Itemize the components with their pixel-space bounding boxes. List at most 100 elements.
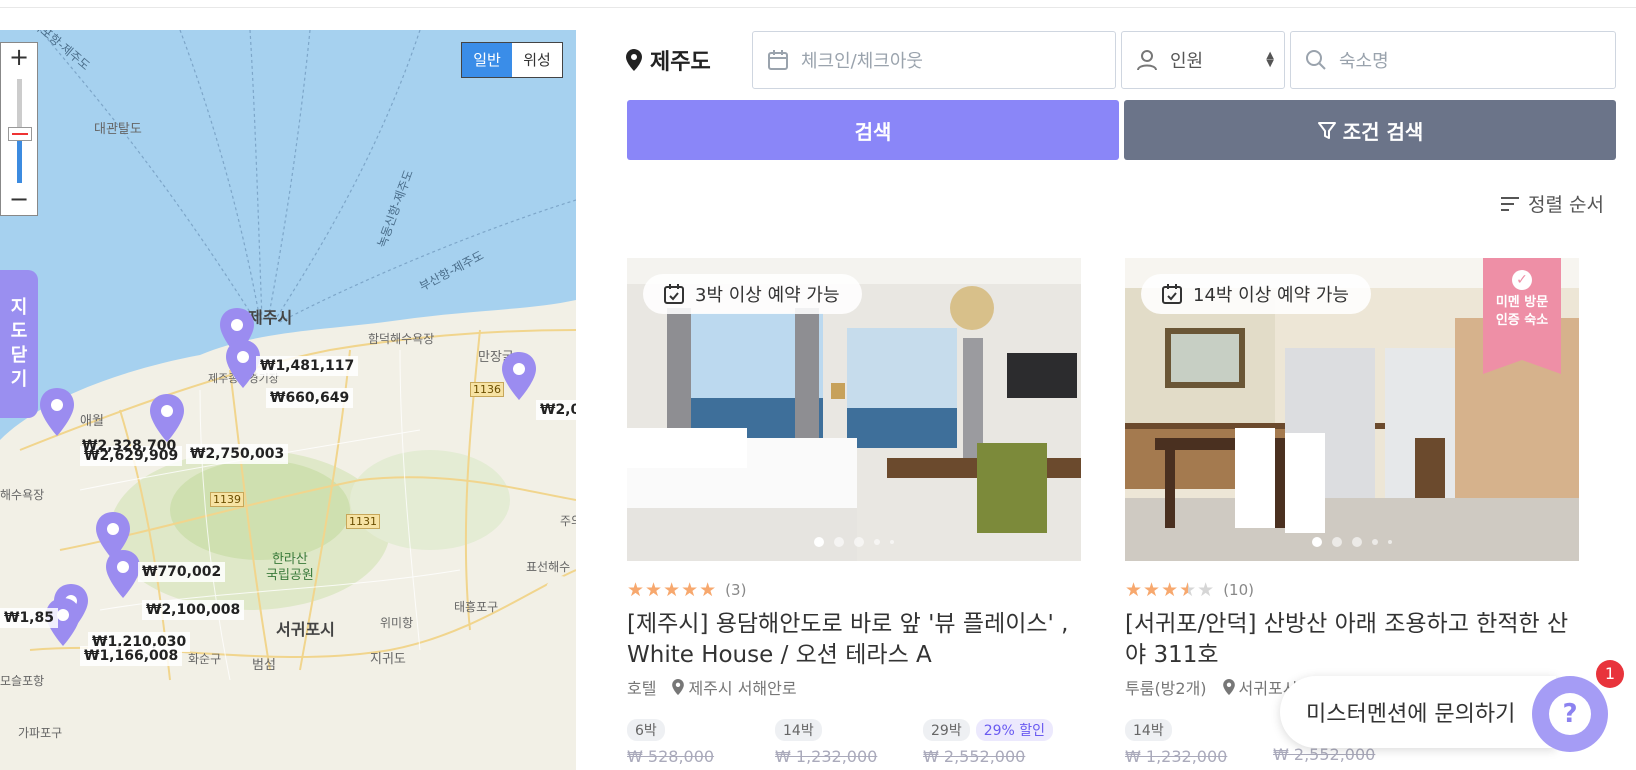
original-price: ₩ 528,000 <box>627 747 715 766</box>
zoom-out-button[interactable]: − <box>1 185 37 215</box>
map-type-satellite[interactable]: 위성 <box>512 43 562 77</box>
map-label-beomseom: 범섬 <box>252 658 276 673</box>
map-label-taeheung: 태흥포구 <box>454 600 499 614</box>
rating-row: ★★★★★ (10) <box>1125 579 1579 601</box>
carousel-dot[interactable] <box>1372 539 1378 545</box>
top-divider <box>0 7 1636 8</box>
listing-card[interactable]: 3박 이상 예약 가능 ★★★★★ (3) [제주시] 용담해안도로 바로 앞 … <box>627 258 1081 766</box>
nights-tag: 14박 <box>775 719 822 741</box>
map-pin[interactable] <box>500 350 538 402</box>
map-pin[interactable] <box>38 386 76 438</box>
map-label-jigwido: 지귀도 <box>370 652 406 667</box>
map-label-seogwipo: 서귀포시 <box>276 620 335 639</box>
filter-search-button[interactable]: 조건 검색 <box>1124 100 1616 160</box>
check-icon: ✓ <box>1512 270 1532 290</box>
carousel-dot[interactable] <box>1312 537 1322 547</box>
close-map-char: 도 <box>10 321 28 342</box>
map-price-label[interactable]: ₩1,481,117 <box>256 356 359 376</box>
map-pin[interactable] <box>104 548 142 600</box>
map-label-aewol: 애월 <box>80 414 104 429</box>
price-option[interactable]: 14박 ₩ 1,232,000 <box>1125 719 1273 766</box>
carousel-dot[interactable] <box>1332 537 1342 547</box>
close-map-char: 닫 <box>10 345 28 366</box>
sort-icon <box>1501 196 1519 211</box>
nights-tag: 6박 <box>627 719 665 741</box>
location-pin-icon <box>672 679 685 695</box>
updown-icon: ▲ ▼ <box>1266 50 1274 69</box>
map-label-hamdeok: 함덕해수욕장 <box>368 332 435 346</box>
date-field[interactable]: 체크인/체크아웃 <box>752 31 1116 89</box>
min-stay-label: 14박 이상 예약 가능 <box>1193 285 1349 306</box>
price-option[interactable]: 14박 ₩ 1,232,000 <box>775 719 923 766</box>
carousel-dots <box>1125 537 1579 547</box>
listing-title[interactable]: [서귀포/안덕] 산방산 아래 조용하고 한적한 산야 311호 <box>1125 609 1579 671</box>
carousel-dot[interactable] <box>854 537 864 547</box>
map-type-toggle: 일반 위성 <box>461 42 563 78</box>
road-number-1136: 1136 <box>470 382 504 397</box>
map-type-normal[interactable]: 일반 <box>462 43 512 77</box>
carousel-dot[interactable] <box>1388 540 1392 544</box>
filter-icon <box>1317 122 1336 139</box>
star-rating: ★★★★★ <box>1125 579 1216 601</box>
carousel-dots <box>627 537 1081 547</box>
chat-inquiry-bubble[interactable]: 미스터멘션에 문의하기 <box>1280 676 1556 748</box>
carousel-dot[interactable] <box>834 537 844 547</box>
sort-order-label: 정렬 순서 <box>1528 194 1604 216</box>
original-price: ₩ 1,232,000 <box>775 747 878 766</box>
carousel-dot[interactable] <box>874 539 880 545</box>
map-label-daegwantal: 대관탈도 <box>94 122 142 137</box>
question-icon: ? <box>1549 693 1591 735</box>
search-button[interactable]: 검색 <box>627 100 1119 160</box>
map-price-label[interactable]: ₩660,649 <box>266 388 354 408</box>
map-label-jeju-short: 주의 <box>560 514 576 528</box>
original-price: ₩ 1,232,000 <box>1125 747 1228 766</box>
star-rating: ★★★★★ <box>627 579 718 601</box>
filter-search-label: 조건 검색 <box>1342 119 1424 144</box>
map-panel[interactable]: 대관탈도 제주시 함덕해수욕장 만장굴 제주종합경기장 애월 해수욕장 한라산 … <box>0 30 576 770</box>
map-label-moseulpo: 모슬포항 <box>0 674 45 688</box>
listing-meta: 호텔 제주시 서해안로 <box>627 675 1081 699</box>
price-options: 6박 ₩ 528,000 14박 ₩ 1,232,000 29박 29% 할인 ₩… <box>627 719 1081 766</box>
map-label-hallasan: 한라산 국립공원 <box>266 552 314 583</box>
location-pin-icon <box>1222 679 1235 695</box>
property-name-placeholder: 숙소명 <box>1339 51 1389 72</box>
verified-ribbon: ✓ 미멘 방문 인증 숙소 <box>1483 258 1561 374</box>
property-type: 투룸(방2개) <box>1125 679 1207 698</box>
price-option[interactable]: 29박 29% 할인 ₩ 2,552,000 <box>923 719 1071 766</box>
zoom-slider-handle[interactable] <box>8 127 32 141</box>
rating-row: ★★★★★ (3) <box>627 579 1081 601</box>
original-price: ₩ 2,552,000 <box>923 747 1026 766</box>
guest-selector[interactable]: 인원 ▲ ▼ <box>1121 31 1285 89</box>
price-option[interactable]: 6박 ₩ 528,000 <box>627 719 775 766</box>
calendar-check-icon <box>664 284 684 304</box>
listing-photo[interactable]: 3박 이상 예약 가능 <box>627 258 1081 561</box>
carousel-dot[interactable] <box>890 540 894 544</box>
property-location: 제주시 서해안로 <box>688 679 797 698</box>
close-map-char: 기 <box>10 369 28 390</box>
map-price-label[interactable]: ₩2,328,700 <box>78 436 180 456</box>
map-label-hwasun: 화순구 <box>188 652 222 666</box>
sort-order-button[interactable]: 정렬 순서 <box>1500 190 1604 217</box>
map-price-label[interactable]: ₩1,166,008 <box>80 646 183 666</box>
min-stay-label: 3박 이상 예약 가능 <box>695 285 840 306</box>
map-price-label[interactable]: ₩2,0 <box>536 400 576 420</box>
map-price-label[interactable]: ₩2,100,008 <box>142 600 245 620</box>
listing-photo[interactable]: 14박 이상 예약 가능 ✓ 미멘 방문 인증 숙소 <box>1125 258 1579 561</box>
calendar-icon <box>768 50 788 70</box>
carousel-dot[interactable] <box>814 537 824 547</box>
property-name-field[interactable]: 숙소명 <box>1290 31 1616 89</box>
person-icon <box>1137 50 1157 71</box>
location-selector[interactable]: 제주도 <box>626 30 711 90</box>
review-count: (10) <box>1223 581 1254 599</box>
map-price-label[interactable]: ₩770,002 <box>138 562 226 582</box>
chat-button[interactable]: ? <box>1532 676 1608 752</box>
listing-title[interactable]: [제주시] 용담해안도로 바로 앞 '뷰 플레이스' , White House… <box>627 609 1081 671</box>
search-icon <box>1306 50 1326 70</box>
map-price-label[interactable]: ₩2,750,003 <box>186 444 289 464</box>
close-map-button[interactable]: 지 도 닫 기 <box>0 270 38 418</box>
zoom-in-button[interactable]: + <box>1 43 37 73</box>
min-stay-badge: 14박 이상 예약 가능 <box>1141 274 1371 314</box>
map-price-label[interactable]: ₩1,85 <box>0 608 58 628</box>
carousel-dot[interactable] <box>1352 537 1362 547</box>
location-pin-icon <box>626 49 642 71</box>
